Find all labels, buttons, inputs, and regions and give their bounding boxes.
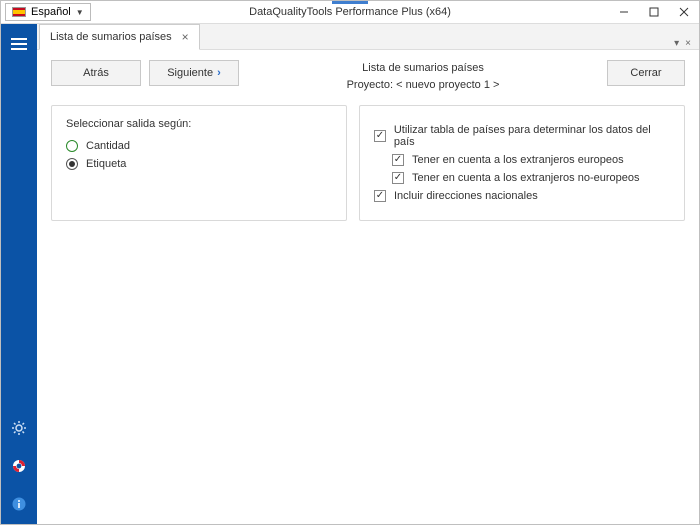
radio-icon-selected: [66, 158, 78, 170]
maximize-icon: [649, 7, 659, 17]
next-button[interactable]: Siguiente ›: [149, 60, 239, 86]
tab-label: Lista de sumarios países: [50, 31, 172, 43]
back-button[interactable]: Atrás: [51, 60, 141, 86]
info-icon: [11, 496, 27, 512]
checkbox-euro-foreigners-label: Tener en cuenta a los extranjeros europe…: [412, 154, 624, 166]
chevron-right-icon: ›: [217, 67, 221, 79]
tab-options: ▾ ×: [674, 38, 699, 49]
checkbox-include-national-label: Incluir direcciones nacionales: [394, 190, 538, 202]
page-heading: Lista de sumarios países: [239, 60, 607, 77]
app-window: Español ▼ DataQualityTools Performance P…: [0, 0, 700, 525]
output-selection-title: Seleccionar salida según:: [66, 118, 332, 130]
tab-close-icon[interactable]: ×: [182, 30, 189, 44]
next-label: Siguiente: [167, 67, 213, 79]
window-controls: [609, 1, 699, 23]
country-options-panel: ✓ Utilizar tabla de países para determin…: [359, 105, 685, 221]
language-label: Español: [31, 6, 71, 18]
close-button[interactable]: Cerrar: [607, 60, 685, 86]
output-selection-panel: Seleccionar salida según: Cantidad Etiqu…: [51, 105, 347, 221]
checkbox-euro-foreigners[interactable]: ✓ Tener en cuenta a los extranjeros euro…: [392, 154, 670, 166]
info-button[interactable]: [1, 490, 37, 518]
radio-icon-unselected: [66, 140, 78, 152]
main: Lista de sumarios países × ▾ × Atrás Sig…: [37, 24, 699, 524]
minimize-button[interactable]: [609, 1, 639, 23]
project-name: Proyecto: < nuevo proyecto 1 >: [239, 77, 607, 94]
checkbox-checked-icon: ✓: [374, 190, 386, 202]
checkbox-noneuro-foreigners-label: Tener en cuenta a los extranjeros no-eur…: [412, 172, 639, 184]
radio-quantity-label: Cantidad: [86, 140, 130, 152]
radio-label[interactable]: Etiqueta: [66, 158, 332, 170]
checkbox-checked-icon: ✓: [392, 154, 404, 166]
hamburger-icon: [11, 38, 27, 50]
checkbox-noneuro-foreigners[interactable]: ✓ Tener en cuenta a los extranjeros no-e…: [392, 172, 670, 184]
checkbox-use-country-table[interactable]: ✓ Utilizar tabla de países para determin…: [374, 124, 670, 148]
window-close-button[interactable]: [669, 1, 699, 23]
title-accent: [332, 1, 368, 4]
help-button[interactable]: [1, 452, 37, 480]
radio-quantity[interactable]: Cantidad: [66, 140, 332, 152]
caret-down-icon: ▼: [76, 8, 84, 17]
minimize-icon: [619, 7, 629, 17]
lifebuoy-icon: [11, 458, 27, 474]
gear-icon: [11, 420, 27, 436]
checkbox-checked-icon: ✓: [392, 172, 404, 184]
toolbar: Atrás Siguiente › Lista de sumarios país…: [37, 50, 699, 101]
radio-label-label: Etiqueta: [86, 158, 126, 170]
tabstrip: Lista de sumarios países × ▾ ×: [37, 24, 699, 50]
close-label: Cerrar: [630, 67, 661, 79]
checkbox-checked-icon: ✓: [374, 130, 386, 142]
close-icon: [679, 7, 689, 17]
header-info: Lista de sumarios países Proyecto: < nue…: [239, 60, 607, 93]
flag-spain-icon: [12, 7, 26, 17]
menu-button[interactable]: [1, 30, 37, 58]
tab-closeall-icon[interactable]: ×: [685, 38, 691, 49]
checkbox-include-national[interactable]: ✓ Incluir direcciones nacionales: [374, 190, 670, 202]
sidebar: [1, 24, 37, 524]
maximize-button[interactable]: [639, 1, 669, 23]
tab-menu-icon[interactable]: ▾: [674, 38, 679, 49]
nav-buttons: Atrás Siguiente ›: [51, 60, 239, 86]
settings-button[interactable]: [1, 414, 37, 442]
language-selector[interactable]: Español ▼: [5, 3, 91, 21]
back-label: Atrás: [83, 67, 109, 79]
tab-country-summaries[interactable]: Lista de sumarios países ×: [39, 24, 200, 50]
app-title: DataQualityTools Performance Plus (x64): [249, 6, 451, 18]
body: Lista de sumarios países × ▾ × Atrás Sig…: [1, 24, 699, 524]
titlebar: Español ▼ DataQualityTools Performance P…: [1, 1, 699, 24]
checkbox-use-country-table-label: Utilizar tabla de países para determinar…: [394, 124, 670, 148]
panels: Seleccionar salida según: Cantidad Etiqu…: [37, 101, 699, 225]
